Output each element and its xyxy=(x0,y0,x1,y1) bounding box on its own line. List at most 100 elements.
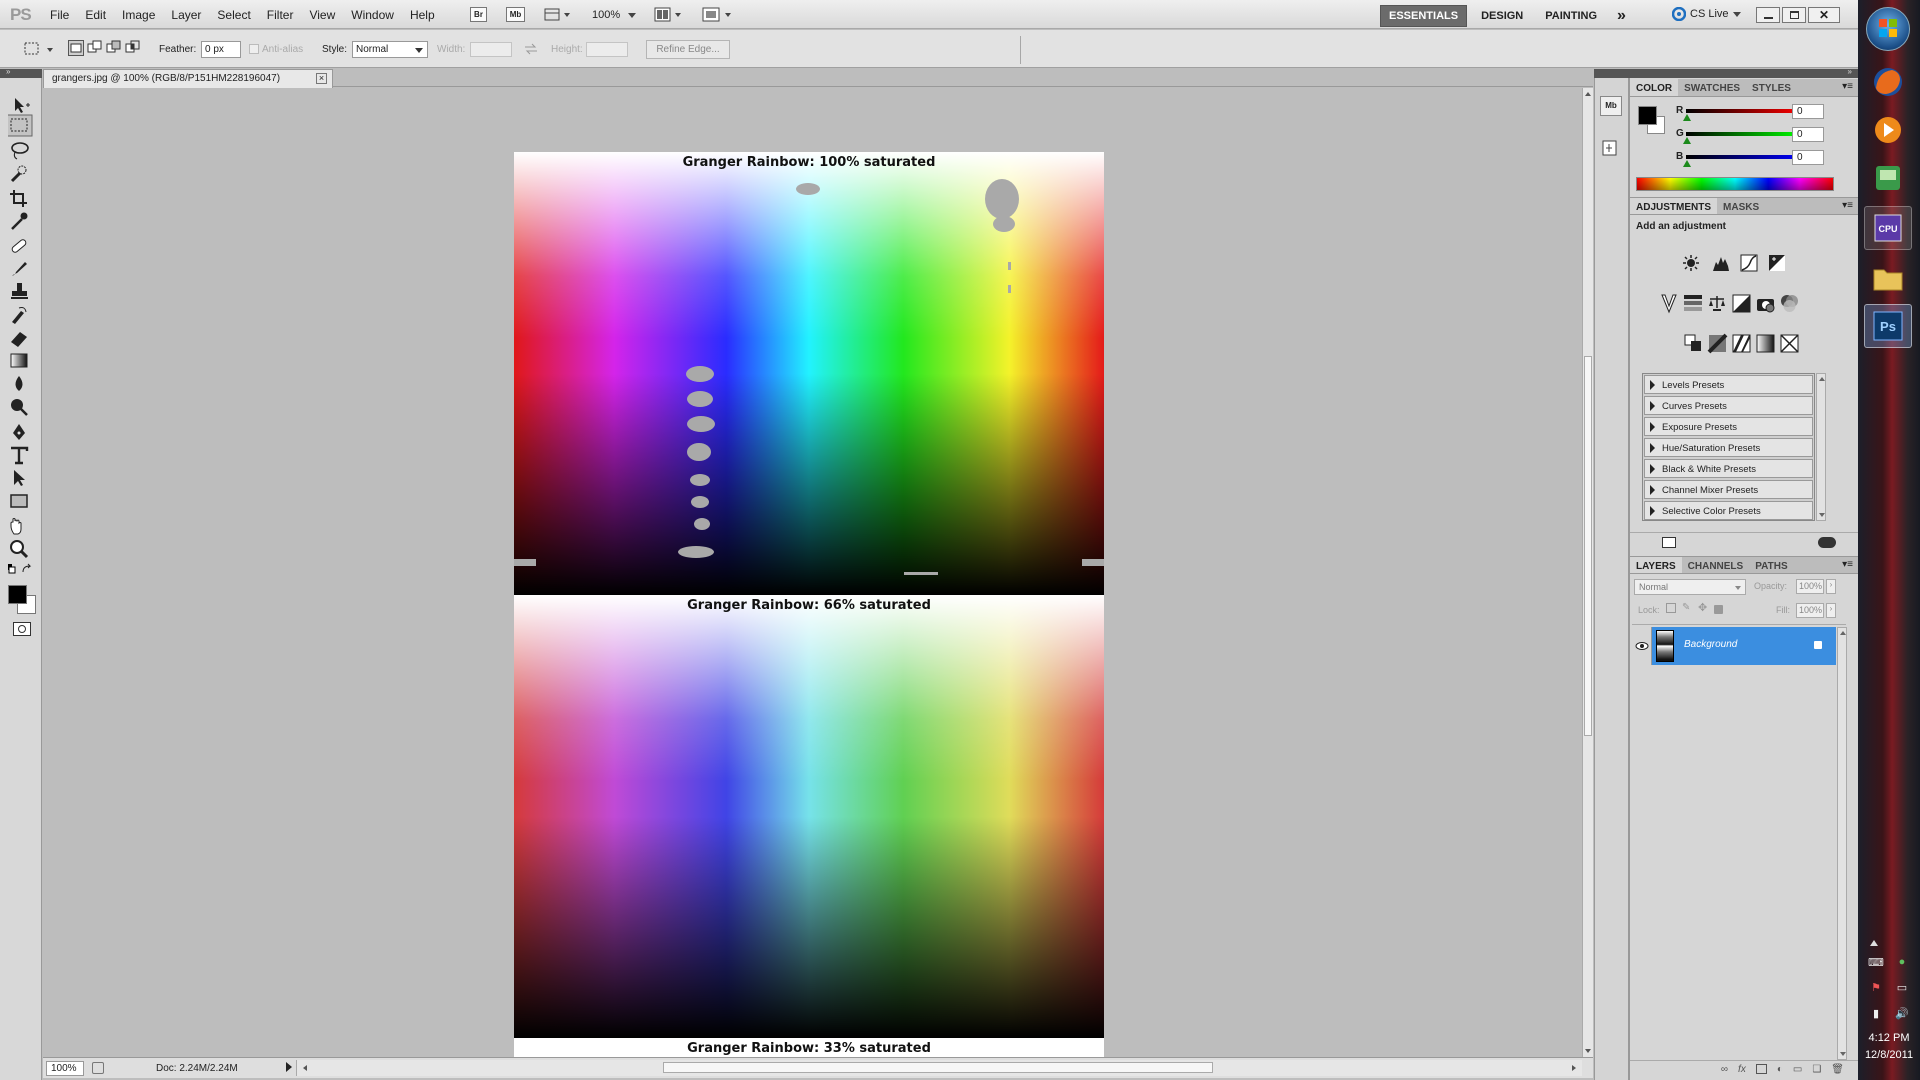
new-layer-icon[interactable]: ❑ xyxy=(1812,1064,1821,1078)
tab-channels[interactable]: CHANNELS xyxy=(1682,557,1750,573)
horizontal-scrollbar[interactable] xyxy=(296,1060,1582,1076)
tab-styles[interactable]: STYLES xyxy=(1746,79,1797,96)
new-selection-button[interactable] xyxy=(68,40,84,56)
clock-time[interactable]: 4:12 PM xyxy=(1858,1032,1920,1044)
tab-paths[interactable]: PATHS xyxy=(1749,557,1793,573)
network-tray-icon[interactable]: ▮ xyxy=(1866,1007,1886,1026)
feather-input[interactable]: 0 px xyxy=(201,41,241,58)
presets-scrollbar[interactable] xyxy=(1816,373,1826,521)
close-document-icon[interactable]: × xyxy=(316,73,327,84)
layer-row-background[interactable]: Background xyxy=(1632,627,1836,665)
dodge-tool-icon[interactable] xyxy=(11,399,28,416)
r-slider-thumb[interactable] xyxy=(1683,114,1691,121)
tab-swatches[interactable]: SWATCHES xyxy=(1678,79,1746,96)
default-colors-icon[interactable] xyxy=(8,564,16,574)
presets-scroll-up[interactable] xyxy=(1819,377,1825,381)
add-to-selection-button[interactable] xyxy=(87,40,103,56)
hand-tool-icon[interactable] xyxy=(10,518,22,535)
tab-adjustments[interactable]: ADJUSTMENTS xyxy=(1630,198,1718,214)
link-layers-icon[interactable]: ∞ xyxy=(1721,1064,1728,1078)
preset-exposure[interactable]: Exposure Presets xyxy=(1644,417,1813,436)
restore-button[interactable] xyxy=(1782,7,1806,23)
keyboard-tray-icon[interactable]: ⌨ xyxy=(1866,956,1886,975)
type-tool-icon[interactable] xyxy=(11,446,29,465)
workspace-essentials[interactable]: ESSENTIALS xyxy=(1380,5,1468,27)
presets-scroll-down[interactable] xyxy=(1819,513,1825,517)
color-spectrum-ramp[interactable] xyxy=(1636,177,1834,191)
tab-masks[interactable]: MASKS xyxy=(1717,198,1765,214)
menu-filter[interactable]: Filter xyxy=(259,8,302,22)
channel-mixer-icon[interactable] xyxy=(1781,295,1798,312)
scroll-up-arrow[interactable] xyxy=(1585,92,1591,96)
zoom-dropdown-icon[interactable] xyxy=(628,13,636,18)
menu-window[interactable]: Window xyxy=(343,8,402,22)
color-panel-menu-icon[interactable]: ▾≡ xyxy=(1837,79,1858,96)
foreground-color-swatch[interactable] xyxy=(8,585,27,604)
preset-levels[interactable]: Levels Presets xyxy=(1644,375,1813,394)
menu-image[interactable]: Image xyxy=(114,8,163,22)
right-dock-header[interactable]: » xyxy=(1629,67,1858,78)
g-value-input[interactable]: 0 xyxy=(1792,127,1824,142)
action-center-tray-icon[interactable]: ⚑ xyxy=(1866,981,1886,1000)
layers-menu-icon[interactable]: ▾≡ xyxy=(1837,557,1858,573)
layers-scroll-down[interactable] xyxy=(1840,1052,1846,1056)
lasso-tool-icon[interactable] xyxy=(11,142,29,160)
color-panel-foreground-swatch[interactable] xyxy=(1638,106,1657,125)
more-workspaces-button[interactable]: » xyxy=(1611,7,1632,25)
delete-layer-icon[interactable]: 🗑 xyxy=(1831,1064,1844,1078)
black-white-icon[interactable] xyxy=(1732,294,1751,313)
selective-color-icon[interactable] xyxy=(1780,334,1799,353)
lock-position-icon[interactable]: ✥ xyxy=(1698,603,1708,614)
b-gradient-track[interactable] xyxy=(1686,155,1802,159)
width-input[interactable] xyxy=(470,42,512,57)
taskbar-media-player[interactable] xyxy=(1864,108,1912,152)
height-input[interactable] xyxy=(586,42,628,57)
r-value-input[interactable]: 0 xyxy=(1792,104,1824,119)
status-export-icon[interactable] xyxy=(92,1062,104,1074)
new-adjustment-layer-icon[interactable]: ◐ xyxy=(1777,1064,1783,1078)
volume-tray-icon[interactable]: 🔊 xyxy=(1892,1007,1912,1026)
intersect-selection-button[interactable] xyxy=(125,40,141,56)
spot-healing-brush-tool-icon[interactable] xyxy=(11,239,27,254)
document-tab[interactable]: grangers.jpg @ 100% (RGB/8/P151HM2281960… xyxy=(43,69,333,88)
blur-tool-icon[interactable] xyxy=(15,376,23,391)
adjustments-menu-icon[interactable]: ▾≡ xyxy=(1837,198,1858,214)
clip-to-layer-icon[interactable] xyxy=(1662,537,1676,548)
new-group-icon[interactable]: ▭ xyxy=(1793,1064,1802,1078)
blend-mode-select[interactable]: Normal xyxy=(1634,579,1746,595)
invert-icon[interactable] xyxy=(1684,334,1701,351)
pen-tool-icon[interactable] xyxy=(13,424,25,440)
cs-live-button[interactable]: CS Live xyxy=(1672,7,1741,21)
history-brush-tool-icon[interactable] xyxy=(12,307,27,325)
swap-width-height-button[interactable] xyxy=(524,43,538,55)
photo-filter-icon[interactable] xyxy=(1757,299,1775,313)
visibility-toggle-icon[interactable] xyxy=(1818,537,1836,548)
workspace-design[interactable]: DESIGN xyxy=(1473,6,1531,26)
menu-layer[interactable]: Layer xyxy=(163,8,209,22)
clock-date[interactable]: 12/8/2011 xyxy=(1858,1049,1920,1061)
move-tool-icon[interactable] xyxy=(15,98,30,113)
gradient-map-icon[interactable] xyxy=(1756,334,1775,353)
view-extras-button[interactable] xyxy=(544,7,570,22)
vertical-scroll-thumb[interactable] xyxy=(1584,356,1592,736)
threshold-icon[interactable] xyxy=(1732,334,1751,353)
tool-preset-picker[interactable] xyxy=(22,40,56,58)
gradient-tool-icon[interactable] xyxy=(10,353,28,368)
status-zoom-field[interactable]: 100% xyxy=(46,1061,84,1076)
fill-input[interactable]: 100% xyxy=(1796,603,1824,618)
eyedropper-tool-icon[interactable] xyxy=(11,212,28,230)
opacity-input[interactable]: 100% xyxy=(1796,579,1824,594)
preset-black-white[interactable]: Black & White Presets xyxy=(1644,459,1813,478)
minimize-button[interactable] xyxy=(1756,7,1780,23)
crop-tool-icon[interactable] xyxy=(10,190,27,207)
antialias-checkbox[interactable] xyxy=(249,44,259,54)
utorrent-tray-icon[interactable]: ● xyxy=(1892,956,1912,975)
subtract-from-selection-button[interactable] xyxy=(106,40,122,56)
rectangle-tool-icon[interactable] xyxy=(10,494,28,508)
lock-image-icon[interactable]: ✎ xyxy=(1682,603,1692,613)
lock-all-icon[interactable] xyxy=(1714,605,1723,614)
brush-tool-icon[interactable] xyxy=(12,262,27,276)
fill-slider-button[interactable]: › xyxy=(1826,603,1836,618)
horizontal-scroll-thumb[interactable] xyxy=(663,1062,1213,1073)
workspace-painting[interactable]: PAINTING xyxy=(1537,6,1605,26)
